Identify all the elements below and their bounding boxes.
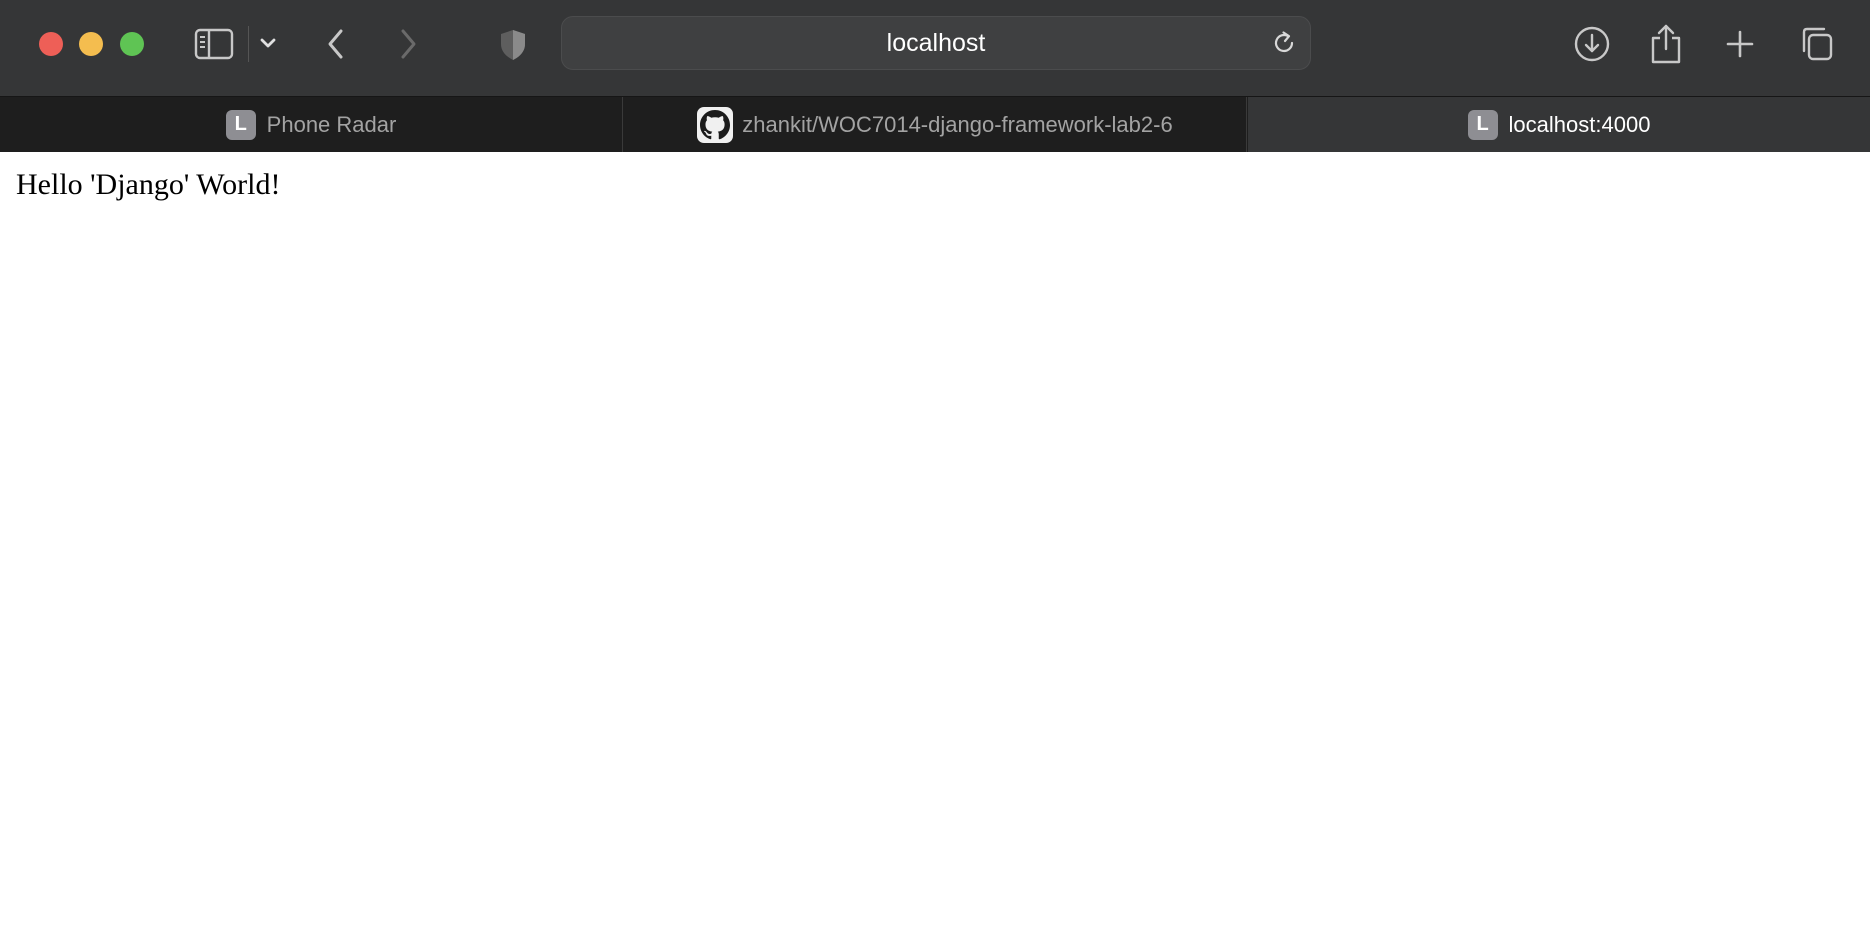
sidebar-toggle-button[interactable] bbox=[193, 24, 235, 64]
tab-label: localhost:4000 bbox=[1508, 111, 1651, 137]
address-bar-text[interactable]: localhost bbox=[562, 17, 1310, 69]
tab-overview-button[interactable] bbox=[1796, 24, 1836, 64]
page-content: Hello 'Django' World! bbox=[0, 152, 1870, 934]
sidebar-menu-button[interactable] bbox=[257, 32, 279, 54]
window-close-button[interactable] bbox=[39, 32, 63, 56]
tab-bar: L Phone Radar zhankit/WOC7014-django-fra… bbox=[0, 96, 1870, 152]
plus-icon bbox=[1726, 30, 1754, 58]
page-body-text: Hello 'Django' World! bbox=[16, 168, 281, 201]
chevron-left-icon bbox=[328, 29, 343, 59]
chevron-down-icon bbox=[260, 38, 276, 48]
tab-label: zhankit/WOC7014-django-framework-lab2-6 bbox=[742, 111, 1173, 137]
forward-button[interactable] bbox=[392, 24, 424, 64]
reload-icon[interactable] bbox=[1270, 29, 1298, 57]
chevron-right-icon bbox=[401, 29, 416, 59]
toolbar-divider bbox=[248, 26, 249, 62]
back-button[interactable] bbox=[320, 24, 352, 64]
tabs-overview-icon bbox=[1802, 27, 1833, 61]
github-icon bbox=[697, 106, 734, 143]
address-bar[interactable]: localhost bbox=[561, 16, 1311, 70]
sidebar-icon bbox=[194, 28, 234, 60]
tab-label: Phone Radar bbox=[266, 111, 397, 137]
download-icon bbox=[1574, 26, 1610, 62]
tab-favicon: L bbox=[1467, 109, 1498, 140]
privacy-report-button[interactable] bbox=[496, 26, 530, 64]
tab-favicon: L bbox=[225, 109, 256, 140]
window-maximize-button[interactable] bbox=[120, 32, 144, 56]
browser-toolbar: localhost bbox=[0, 0, 1870, 96]
tab-phone-radar[interactable]: L Phone Radar bbox=[0, 97, 623, 152]
downloads-button[interactable] bbox=[1572, 24, 1612, 64]
new-tab-button[interactable] bbox=[1722, 26, 1758, 62]
tab-localhost-active[interactable]: L localhost:4000 bbox=[1248, 97, 1870, 152]
tab-github-repo[interactable]: zhankit/WOC7014-django-framework-lab2-6 bbox=[624, 97, 1247, 152]
window-minimize-button[interactable] bbox=[79, 32, 103, 56]
share-button[interactable] bbox=[1648, 22, 1684, 66]
share-icon bbox=[1651, 24, 1681, 64]
shield-icon bbox=[501, 30, 525, 60]
